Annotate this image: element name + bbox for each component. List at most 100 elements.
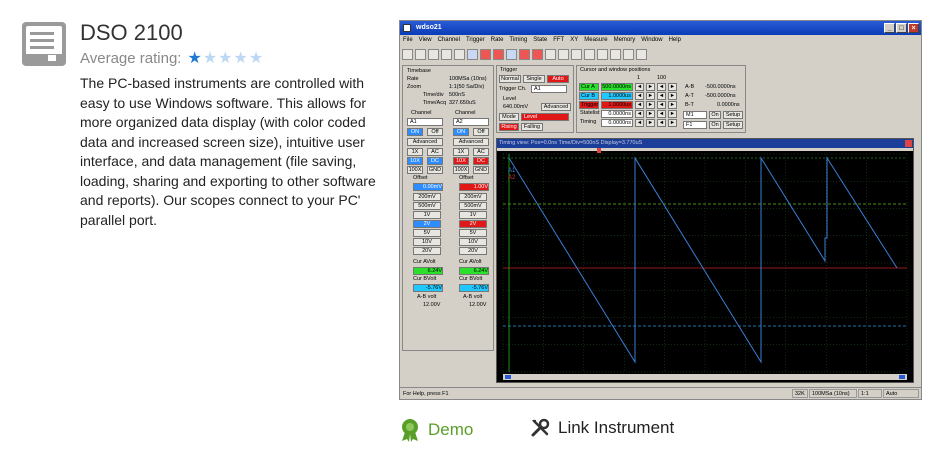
- ch_b-volt-button[interactable]: 500mV: [459, 202, 487, 210]
- ch_b-volt-button[interactable]: 200mV: [459, 193, 487, 201]
- ch_a-dc-button[interactable]: DC: [427, 157, 443, 165]
- ch_b-volt-button[interactable]: 5V: [459, 229, 487, 237]
- ch_b-volt-button[interactable]: 10V: [459, 238, 487, 246]
- ch_a-offset-value[interactable]: 0.00mV: [413, 183, 443, 191]
- auto-set-tool-icon[interactable]: [467, 49, 478, 60]
- ch_b-off-button[interactable]: Off: [473, 128, 489, 136]
- menu-item-timing[interactable]: Timing: [509, 35, 527, 45]
- cursor-step-arrow-icon[interactable]: ►: [646, 119, 655, 127]
- timing-view-close-icon[interactable]: [905, 140, 912, 147]
- sync-tool-icon[interactable]: [519, 49, 530, 60]
- mode-button[interactable]: Mode: [499, 113, 519, 121]
- cursor-step-arrow-icon[interactable]: ►: [646, 110, 655, 118]
- cursor-step-arrow-icon[interactable]: ◄: [635, 92, 644, 100]
- view-tool-icon-6[interactable]: [623, 49, 634, 60]
- cursor-step-arrow-icon[interactable]: ◄: [635, 101, 644, 109]
- view-tool-icon-2[interactable]: [571, 49, 582, 60]
- m1-on-button[interactable]: On: [709, 111, 721, 119]
- cursor-step-arrow-icon[interactable]: ►: [668, 83, 677, 91]
- ch_b-volt-button[interactable]: 2V: [459, 220, 487, 228]
- ch_a-on-button[interactable]: ON: [407, 128, 423, 136]
- maximize-button[interactable]: □: [896, 23, 907, 33]
- ch_b-dc-button[interactable]: DC: [473, 157, 489, 165]
- ch_b-on-button[interactable]: ON: [453, 128, 469, 136]
- ch_a-volt-button[interactable]: 2V: [413, 220, 441, 228]
- f1-select[interactable]: F1: [683, 121, 707, 129]
- cursor-step-arrow-icon[interactable]: ►: [646, 83, 655, 91]
- cursor-row-value[interactable]: 0.0000ns: [601, 119, 633, 127]
- ch_a-cur-a-value[interactable]: 6.24V: [413, 267, 443, 275]
- cursor-step-arrow-icon[interactable]: ◄: [657, 110, 666, 118]
- cursor-step-arrow-icon[interactable]: ►: [668, 101, 677, 109]
- cursor-step-arrow-icon[interactable]: ◄: [635, 119, 644, 127]
- menu-item-state[interactable]: State: [533, 35, 547, 45]
- f1-setup-button[interactable]: Setup: [723, 121, 743, 129]
- ch_b-cur-a-value[interactable]: 6.24V: [459, 267, 489, 275]
- ch_b-advanced-button[interactable]: Advanced: [453, 138, 489, 146]
- cursor-step-arrow-icon[interactable]: ◄: [635, 83, 644, 91]
- cursor-step-arrow-icon[interactable]: ◄: [657, 119, 666, 127]
- cursor-row-value[interactable]: 1.0000us: [601, 92, 633, 100]
- zoom-next-tool-icon[interactable]: [454, 49, 465, 60]
- normal-button[interactable]: Normal: [499, 75, 521, 83]
- ch_b-100x-button[interactable]: 100X: [453, 166, 469, 174]
- trig-tool-icon[interactable]: [532, 49, 543, 60]
- ch_a-ac-button[interactable]: AC: [427, 148, 443, 156]
- view-tool-icon-1[interactable]: [558, 49, 569, 60]
- ch_a-gnd-button[interactable]: GND: [427, 166, 443, 174]
- instrument-link[interactable]: Link Instrument: [530, 418, 674, 438]
- menu-item-help[interactable]: Help: [669, 35, 681, 45]
- measure-tool-icon[interactable]: [545, 49, 556, 60]
- cursor-step-arrow-icon[interactable]: ◄: [635, 110, 644, 118]
- menu-item-channel[interactable]: Channel: [438, 35, 460, 45]
- ch_a-10x-button[interactable]: 10X: [407, 157, 423, 165]
- level-button[interactable]: Level: [521, 113, 569, 121]
- close-button[interactable]: ×: [908, 23, 919, 33]
- scroll-left-arrow[interactable]: [505, 375, 511, 379]
- zoom-in-tool-icon[interactable]: [415, 49, 426, 60]
- menu-item-fft[interactable]: FFT: [553, 35, 564, 45]
- view-tool-icon-3[interactable]: [584, 49, 595, 60]
- demo-link[interactable]: Demo: [400, 418, 473, 442]
- ch_b-10x-button[interactable]: 10X: [453, 157, 469, 165]
- stop-tool-icon[interactable]: [493, 49, 504, 60]
- ch_a-volt-button[interactable]: 200mV: [413, 193, 441, 201]
- ch_a-cur-b-value[interactable]: -5.76V: [413, 284, 443, 292]
- single-button[interactable]: Single: [523, 75, 545, 83]
- ch_a-volt-button[interactable]: 5V: [413, 229, 441, 237]
- cursor-step-arrow-icon[interactable]: ◄: [657, 92, 666, 100]
- ch_a-1x-button[interactable]: 1X: [407, 148, 423, 156]
- menu-item-trigger[interactable]: Trigger: [466, 35, 485, 45]
- ch_b-cur-b-value[interactable]: -5.76V: [459, 284, 489, 292]
- print-tool-icon[interactable]: [636, 49, 647, 60]
- ch_b-ac-button[interactable]: AC: [473, 148, 489, 156]
- go-tool-icon[interactable]: [480, 49, 491, 60]
- ch_b-volt-button[interactable]: 1V: [459, 211, 487, 219]
- menu-item-memory[interactable]: Memory: [614, 35, 636, 45]
- zoom-out-tool-icon[interactable]: [428, 49, 439, 60]
- view-tool-icon-5[interactable]: [610, 49, 621, 60]
- minimize-button[interactable]: _: [884, 23, 895, 33]
- cursor-step-arrow-icon[interactable]: ►: [646, 101, 655, 109]
- cursor-row-value[interactable]: 1.0000us: [601, 101, 633, 109]
- cursor-step-arrow-icon[interactable]: ►: [668, 92, 677, 100]
- save-tool-icon[interactable]: [402, 49, 413, 60]
- menu-item-window[interactable]: Window: [641, 35, 662, 45]
- cursor-row-value[interactable]: 0.0000ns: [601, 110, 633, 118]
- trigger-ch-select[interactable]: A1: [531, 85, 567, 93]
- horizontal-scrollbar[interactable]: [503, 374, 907, 380]
- ch_b-1x-button[interactable]: 1X: [453, 148, 469, 156]
- scroll-right-arrow[interactable]: [899, 375, 905, 379]
- cursor-step-arrow-icon[interactable]: ◄: [657, 83, 666, 91]
- m1-setup-button[interactable]: Setup: [723, 111, 743, 119]
- f1-on-button[interactable]: On: [709, 121, 721, 129]
- rising-button[interactable]: Rising: [499, 123, 519, 131]
- cursor-step-arrow-icon[interactable]: ►: [646, 92, 655, 100]
- trigger-advanced-button[interactable]: Advanced: [541, 103, 571, 111]
- ch_a-100x-button[interactable]: 100X: [407, 166, 423, 174]
- menu-item-measure[interactable]: Measure: [584, 35, 607, 45]
- ch_a-off-button[interactable]: Off: [427, 128, 443, 136]
- menu-item-rate[interactable]: Rate: [491, 35, 504, 45]
- ch_a-volt-button[interactable]: 10V: [413, 238, 441, 246]
- cursor-step-arrow-icon[interactable]: ►: [668, 119, 677, 127]
